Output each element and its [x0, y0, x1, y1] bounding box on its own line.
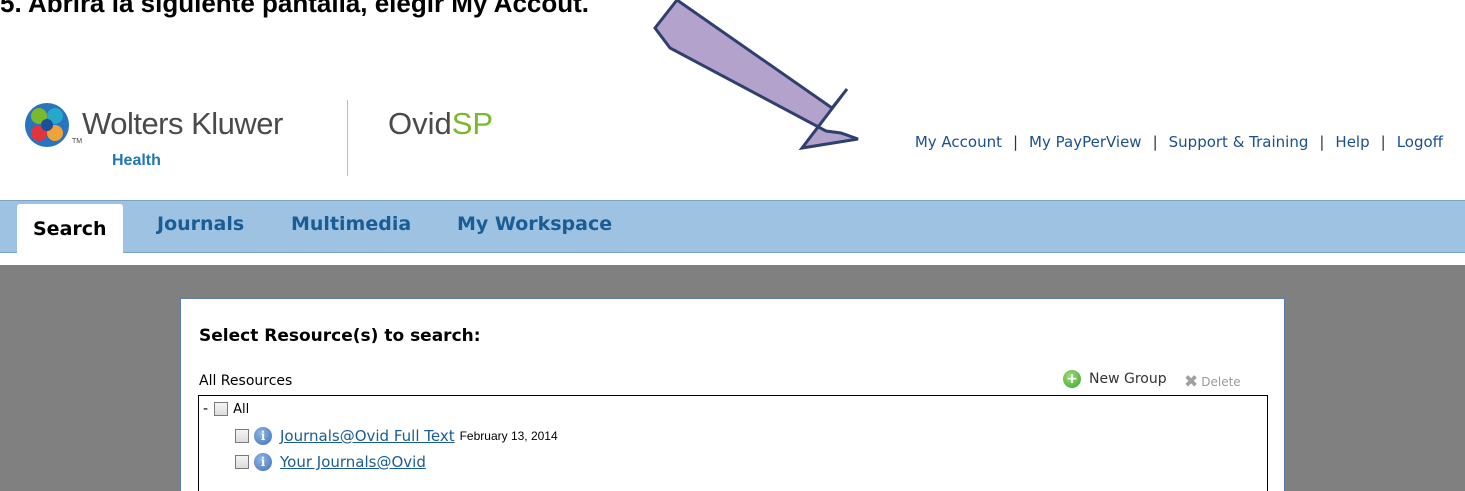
help-link[interactable]: Help — [1335, 133, 1369, 151]
logoff-link[interactable]: Logoff — [1397, 133, 1443, 151]
resource-row: i Journals@Ovid Full Text February 13, 2… — [235, 427, 558, 445]
checkbox-all[interactable] — [214, 402, 229, 416]
tab-search[interactable]: Search — [17, 204, 123, 254]
delete-button[interactable]: ✖ Delete — [1184, 372, 1241, 392]
ovid-text: Ovid — [388, 106, 452, 141]
wolters-kluwer-logo: TM Wolters Kluwer Health — [22, 100, 352, 180]
link-separator: | — [1012, 133, 1019, 151]
arrow-annotation — [653, 0, 859, 151]
main-tab-bar: Search Journals Multimedia My Workspace — [0, 200, 1465, 254]
link-separator: | — [1380, 133, 1386, 151]
top-navigation: My Account | My PayPerView | Support & T… — [915, 133, 1443, 151]
ovidsp-logo: OvidSP — [388, 106, 493, 142]
tab-multimedia[interactable]: Multimedia — [291, 213, 411, 235]
resource-checkbox[interactable] — [235, 429, 249, 443]
sp-text: SP — [451, 106, 494, 141]
resource-date: February 13, 2014 — [459, 429, 558, 443]
delete-x-icon: ✖ — [1184, 372, 1199, 392]
resource-tree: - All i Journals@Ovid Full Text February… — [198, 395, 1268, 491]
link-separator: | — [1152, 133, 1158, 151]
collapse-toggle[interactable]: - — [203, 401, 208, 417]
delete-label: Delete — [1201, 375, 1241, 389]
plus-circle-icon: + — [1063, 370, 1081, 388]
wolters-kluwer-globe-icon — [25, 103, 69, 147]
brand-name: Wolters Kluwer — [82, 106, 283, 141]
instruction-heading: 5. Abrirá la siguiente pantalla, elegir … — [0, 0, 590, 18]
support-training-link[interactable]: Support & Training — [1169, 133, 1309, 151]
new-group-label: New Group — [1089, 371, 1167, 387]
tab-my-workspace[interactable]: My Workspace — [457, 213, 612, 235]
all-resources-label: All Resources — [199, 373, 293, 389]
logo-divider — [347, 100, 348, 176]
link-separator: | — [1319, 133, 1325, 151]
tree-row-all: - All — [203, 401, 249, 417]
my-account-link[interactable]: My Account — [915, 133, 1002, 151]
my-payperview-link[interactable]: My PayPerView — [1029, 133, 1142, 151]
trademark-mark: TM — [72, 138, 83, 145]
resource-selection-panel: Select Resource(s) to search: All Resour… — [180, 298, 1285, 491]
resource-checkbox[interactable] — [235, 455, 249, 469]
resource-link[interactable]: Your Journals@Ovid — [280, 453, 426, 471]
new-group-button[interactable]: + New Group — [1063, 370, 1167, 388]
info-icon[interactable]: i — [254, 427, 272, 445]
tab-journals[interactable]: Journals — [157, 213, 244, 235]
all-label: All — [233, 401, 250, 417]
brand-subtitle: Health — [112, 152, 161, 169]
panel-title: Select Resource(s) to search: — [199, 326, 481, 346]
info-icon[interactable]: i — [254, 453, 272, 471]
resource-link[interactable]: Journals@Ovid Full Text — [280, 427, 455, 445]
resource-row: i Your Journals@Ovid — [235, 453, 431, 471]
